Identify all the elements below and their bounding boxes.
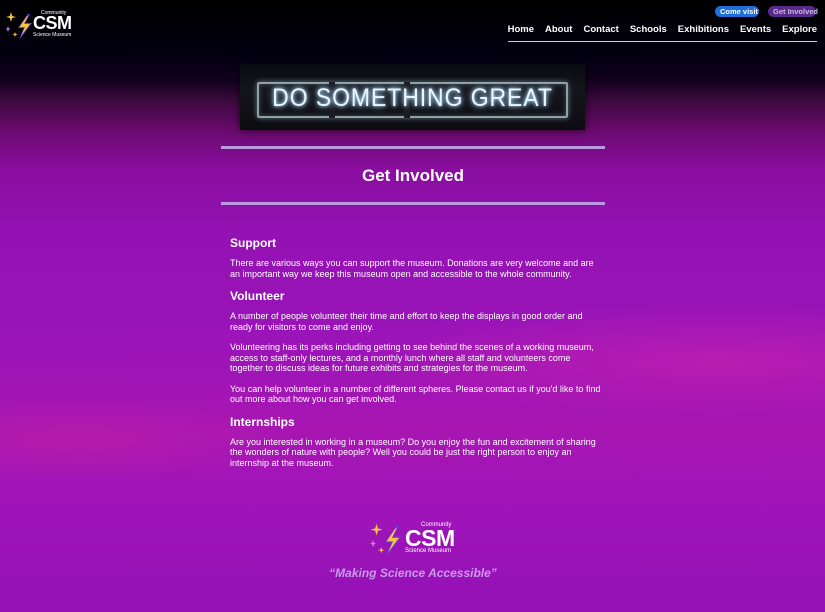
nav-contact[interactable]: Contact xyxy=(583,23,618,39)
volunteer-heading: Volunteer xyxy=(230,289,285,303)
footer-logo-subtitle-text: Science Museum xyxy=(405,548,452,554)
volunteer-paragraph: Volunteering has its perks including get… xyxy=(230,342,594,373)
support-section: Support There are various ways you can s… xyxy=(230,236,602,279)
support-heading: Support xyxy=(230,236,276,250)
nav-exhibitions[interactable]: Exhibitions xyxy=(678,23,729,39)
header-logo[interactable]: Community CSM Science Museum xyxy=(4,8,74,42)
main-nav: Home About Contact Schools Exhibitions E… xyxy=(507,23,817,42)
volunteer-section: Volunteer A number of people volunteer t… xyxy=(230,289,602,405)
volunteer-paragraph: You can help volunteer in a number of di… xyxy=(230,383,601,405)
nav-events[interactable]: Events xyxy=(740,23,771,39)
internships-heading: Internships xyxy=(230,414,295,429)
sparkle-lightning-icon xyxy=(369,523,402,557)
sign-text: DO SOMETHING GREAT xyxy=(272,84,553,112)
logo-subtitle-text: Science Museum xyxy=(33,32,72,38)
title-divider-bottom xyxy=(221,202,605,205)
come-visit-button[interactable]: Come visit xyxy=(715,6,759,17)
internships-section: Internships Are you interested in workin… xyxy=(230,415,602,469)
logo-csm-text: CSM xyxy=(33,13,72,33)
nav-home[interactable]: Home xyxy=(508,23,534,39)
title-divider-top xyxy=(221,146,605,149)
nav-schools[interactable]: Schools xyxy=(630,23,667,39)
page-title: Get Involved xyxy=(361,166,465,185)
get-involved-button[interactable]: Get Involved xyxy=(768,6,818,17)
main-content: Support There are various ways you can s… xyxy=(230,236,602,478)
nav-about[interactable]: About xyxy=(545,23,572,39)
support-paragraph: There are various ways you can support t… xyxy=(230,258,594,279)
nav-explore[interactable]: Explore xyxy=(782,23,817,39)
hero-neon-sign-image: DO SOMETHING GREAT xyxy=(240,64,585,130)
footer-logo[interactable]: Community CSM Science Museum xyxy=(367,519,459,559)
volunteer-paragraph: A number of people volunteer their time … xyxy=(230,311,583,332)
footer-tagline: “Making Science Accessible” xyxy=(329,566,497,580)
internships-paragraph: Are you interested in working in a museu… xyxy=(230,436,596,468)
sparkle-lightning-icon xyxy=(5,12,32,40)
